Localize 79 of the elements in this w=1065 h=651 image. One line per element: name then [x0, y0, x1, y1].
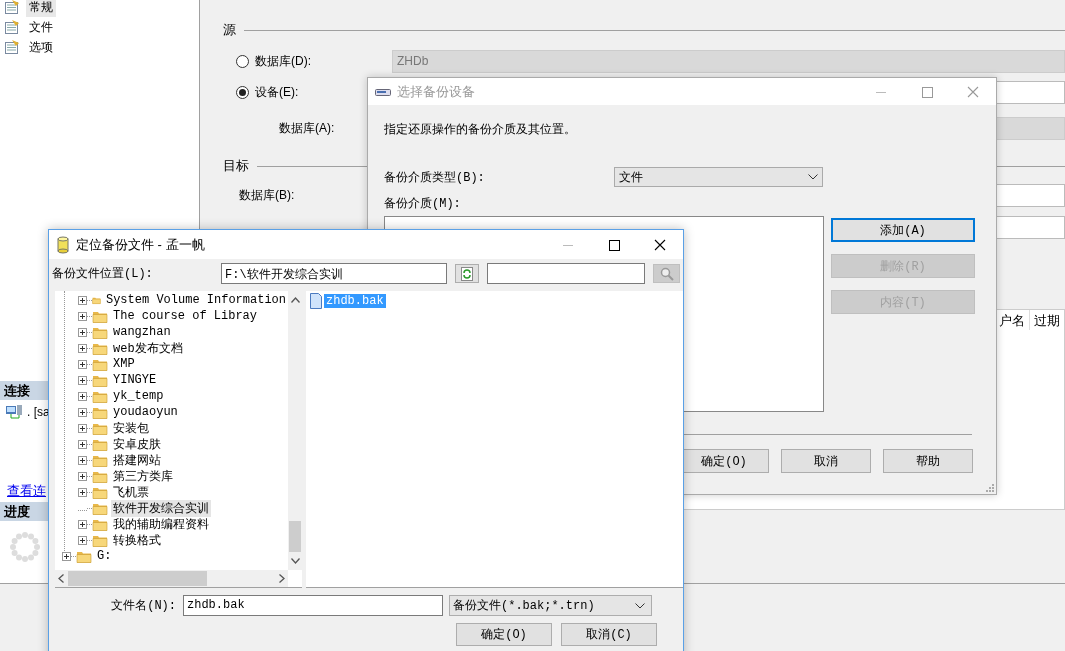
field-label: 备份介质类型(B): [384, 169, 486, 186]
expand-icon[interactable] [78, 343, 87, 353]
radio-button[interactable] [236, 86, 249, 99]
chevron-down-icon [635, 602, 645, 609]
file-type-dropdown[interactable]: 备份文件(*.bak;*.trn) [449, 595, 652, 616]
search-icon [659, 266, 674, 281]
tree-item[interactable]: 安装包 [111, 419, 151, 437]
file-icon [310, 293, 322, 309]
radio-label: 设备(E): [255, 84, 299, 101]
tree-item[interactable]: The course of Libray [111, 309, 260, 323]
expand-icon[interactable] [78, 407, 87, 417]
expand-icon[interactable] [62, 551, 71, 561]
side-button[interactable]: 添加(A) [831, 218, 975, 242]
tree-item[interactable]: 飞机票 [111, 483, 151, 501]
horizontal-scrollbar[interactable] [55, 570, 288, 587]
expand-icon[interactable] [78, 487, 87, 497]
expand-icon[interactable] [78, 535, 87, 545]
scroll-right-icon [279, 574, 285, 583]
expand-icon[interactable] [78, 311, 87, 321]
dialog-button[interactable]: 确定(O) [456, 623, 552, 646]
tree-item[interactable]: youdaoyun [111, 405, 180, 419]
radio-label: 数据库(D): [255, 53, 311, 70]
window-title: 定位备份文件 - 孟一帆 [76, 235, 205, 254]
expand-icon[interactable] [78, 519, 87, 529]
tree-item[interactable]: 转换格式 [111, 531, 163, 549]
field-label: 备份介质(M): [384, 196, 462, 212]
scroll-thumb[interactable] [289, 521, 301, 552]
media-type-dropdown[interactable]: 文件 [614, 167, 823, 187]
tree-item[interactable]: G: [95, 549, 114, 563]
page-icon [4, 19, 20, 35]
resize-grip-icon[interactable] [986, 484, 994, 492]
chevron-down-icon [808, 174, 818, 180]
file-name-field[interactable]: zhdb.bak [183, 595, 443, 616]
tree-item[interactable]: XMP [111, 357, 137, 371]
dialog-button[interactable]: 取消(C) [561, 623, 657, 646]
expand-icon[interactable] [78, 359, 87, 369]
page-item[interactable]: 文件 [26, 17, 56, 37]
scroll-left-icon [58, 574, 64, 583]
expand-icon[interactable] [78, 423, 87, 433]
group-title: 源 [223, 21, 236, 39]
expand-icon[interactable] [78, 327, 87, 337]
search-field[interactable] [487, 263, 645, 284]
location-field[interactable]: F:\软件开发综合实训 [221, 263, 447, 284]
scroll-up-icon [290, 297, 300, 303]
tree-item[interactable]: web发布文档 [111, 339, 185, 357]
tree-item[interactable]: System Volume Information [103, 293, 288, 307]
scroll-thumb[interactable] [68, 571, 207, 586]
expand-icon[interactable] [78, 295, 87, 305]
description-text: 指定还原操作的备份介质及其位置。 [384, 122, 576, 137]
dialog-button[interactable]: 取消 [781, 449, 871, 473]
page-item[interactable]: 常规 [26, 0, 56, 17]
radio-button[interactable] [236, 55, 249, 68]
spinner-icon [9, 531, 41, 563]
window-title: 选择备份设备 [397, 82, 475, 101]
expand-icon[interactable] [78, 471, 87, 481]
page-item[interactable]: 选项 [26, 37, 56, 57]
expand-icon[interactable] [78, 391, 87, 401]
column-header[interactable]: 过期 [1029, 310, 1064, 330]
refresh-button[interactable] [455, 264, 479, 283]
expand-icon[interactable] [78, 375, 87, 385]
field-label: 备份文件位置(L): [52, 266, 154, 282]
database-icon [57, 235, 69, 254]
tree-item[interactable]: 第三方类库 [111, 467, 175, 485]
group-title: 目标 [223, 157, 249, 175]
expand-icon[interactable] [78, 439, 87, 449]
dialog-button[interactable]: 帮助 [883, 449, 973, 473]
tree-item[interactable]: 软件开发综合实训 [111, 499, 211, 517]
refresh-icon [461, 266, 473, 281]
tree-item[interactable]: 搭建网站 [111, 451, 163, 469]
page-icon [4, 39, 20, 55]
field-label: 文件名(N): [110, 598, 177, 614]
server-icon [5, 404, 23, 420]
tree-item[interactable]: yk_temp [111, 389, 166, 403]
field-label: 数据库(A): [278, 120, 335, 137]
expand-icon[interactable] [78, 455, 87, 465]
tree-item[interactable]: 安卓皮肤 [111, 435, 163, 453]
field-label: 数据库(B): [238, 187, 295, 204]
tree-item[interactable]: wangzhan [111, 325, 173, 339]
scroll-down-icon [290, 558, 300, 564]
